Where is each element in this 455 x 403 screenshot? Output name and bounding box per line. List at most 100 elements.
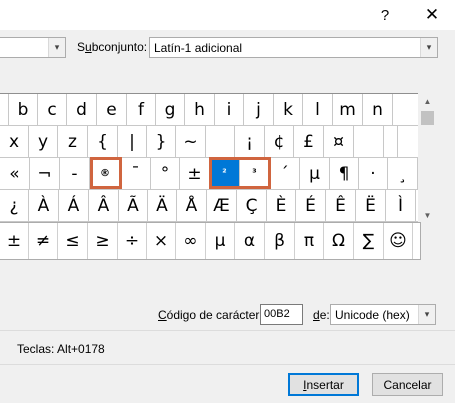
grid-cell[interactable]: Ä: [148, 190, 177, 221]
subset-label: Subconjunto:: [77, 40, 148, 54]
from-dropdown[interactable]: Unicode (hex) ▾: [330, 304, 436, 325]
grid-cell[interactable]: e: [97, 94, 127, 125]
grid-cell[interactable]: Å: [177, 190, 207, 221]
grid-cell[interactable]: ²: [210, 158, 240, 189]
grid-cell[interactable]: y: [29, 126, 58, 157]
grid-cell[interactable]: ¶: [330, 158, 359, 189]
grid-cell[interactable]: ±: [180, 158, 210, 189]
recent-symbol[interactable]: ∑: [354, 223, 384, 259]
grid-cell[interactable]: ¢: [265, 126, 294, 157]
grid-row: bcdefghijklmn: [0, 94, 418, 126]
grid-cell[interactable]: z: [58, 126, 88, 157]
grid-cell[interactable]: µ: [300, 158, 330, 189]
grid-cell[interactable]: ¸: [388, 158, 418, 189]
char-code-input[interactable]: 00B2: [260, 304, 303, 325]
character-grid: bcdefghijklmn x y z{|} ~ ¡ ¢ £ ¤ «¬ - ® ¯ ° ± ² ³ ´ µ ¶ · ¸…: [0, 93, 418, 224]
grid-cell[interactable]: Ã: [119, 190, 148, 221]
grid-cell[interactable]: {: [88, 126, 118, 157]
grid-cell[interactable]: [0, 94, 9, 125]
grid-cell[interactable]: ¤: [324, 126, 354, 157]
grid-cell[interactable]: i: [215, 94, 244, 125]
subset-value: Latín-1 adicional: [154, 41, 243, 55]
grid-cell[interactable]: ¡: [235, 126, 265, 157]
grid-cell[interactable]: f: [127, 94, 156, 125]
grid-cell[interactable]: £: [294, 126, 324, 157]
grid-cell[interactable]: ¬: [30, 158, 60, 189]
grid-cell[interactable]: x: [0, 126, 29, 157]
recent-symbol[interactable]: ☺: [384, 223, 413, 259]
shortcut-keys-text: Teclas: Alt+0178: [17, 342, 105, 356]
recent-symbols: ± ≠ ≤ ≥ ÷ × ∞ µ α β π Ω ∑ ☺: [0, 222, 421, 260]
grid-cell[interactable]: Ç: [237, 190, 267, 221]
recent-symbol[interactable]: β: [265, 223, 295, 259]
grid-cell[interactable]: Æ: [207, 190, 237, 221]
chevron-down-icon[interactable]: ▾: [48, 38, 65, 57]
char-code-label: Código de carácter:: [158, 308, 263, 322]
grid-cell[interactable]: g: [156, 94, 185, 125]
grid-cell[interactable]: Ë: [356, 190, 386, 221]
recent-symbol[interactable]: ÷: [118, 223, 147, 259]
from-value: Unicode (hex): [335, 308, 410, 322]
recent-symbol[interactable]: ×: [147, 223, 176, 259]
grid-row: x y z{|} ~ ¡ ¢ £ ¤: [0, 126, 418, 158]
grid-row: ¿ À Á Â Ã Ä Å Æ Ç È É Ê Ë Ì: [0, 190, 418, 222]
grid-cell[interactable]: [354, 126, 384, 157]
grid-cell[interactable]: È: [267, 190, 296, 221]
grid-cell[interactable]: l: [303, 94, 333, 125]
grid-cell[interactable]: À: [29, 190, 59, 221]
recent-symbol[interactable]: ≥: [88, 223, 118, 259]
grid-cell[interactable]: -: [60, 158, 90, 189]
recent-symbol[interactable]: Ω: [324, 223, 354, 259]
grid-cell[interactable]: ¯: [121, 158, 151, 189]
recent-symbol[interactable]: α: [235, 223, 265, 259]
grid-cell[interactable]: ¿: [0, 190, 29, 221]
grid-cell[interactable]: h: [185, 94, 215, 125]
recent-symbol[interactable]: ≤: [58, 223, 88, 259]
grid-cell[interactable]: ´: [270, 158, 300, 189]
help-icon[interactable]: ?: [362, 0, 408, 30]
scroll-up-icon[interactable]: ▲: [419, 93, 436, 110]
grid-cell[interactable]: É: [296, 190, 326, 221]
recent-symbol[interactable]: ±: [0, 223, 29, 259]
recent-symbol[interactable]: µ: [206, 223, 235, 259]
grid-cell[interactable]: ~: [176, 126, 206, 157]
grid-cell[interactable]: Â: [89, 190, 119, 221]
grid-cell[interactable]: Ê: [326, 190, 356, 221]
chevron-down-icon[interactable]: ▾: [420, 38, 437, 57]
grid-cell[interactable]: ·: [359, 158, 388, 189]
cancel-button[interactable]: Cancelar: [372, 373, 443, 396]
recent-symbol[interactable]: ∞: [176, 223, 206, 259]
close-icon[interactable]: ✕: [409, 0, 455, 30]
grid-cell[interactable]: [384, 126, 398, 157]
grid-scrollbar[interactable]: ▲ ▼: [419, 93, 436, 224]
grid-cell[interactable]: n: [363, 94, 393, 125]
grid-cell[interactable]: d: [67, 94, 97, 125]
grid-cell[interactable]: «: [0, 158, 30, 189]
recent-symbol[interactable]: π: [295, 223, 324, 259]
grid-cell[interactable]: j: [244, 94, 274, 125]
font-dropdown[interactable]: ▾: [0, 37, 66, 58]
insert-button[interactable]: Insertar: [288, 373, 359, 396]
scroll-thumb[interactable]: [421, 111, 434, 125]
divider: [0, 330, 455, 331]
grid-cell[interactable]: °: [151, 158, 180, 189]
from-label: de:: [313, 308, 330, 322]
divider: [0, 364, 455, 365]
grid-row: «¬ - ® ¯ ° ± ² ³ ´ µ ¶ · ¸: [0, 158, 418, 190]
grid-cell[interactable]: ³: [240, 158, 270, 189]
chevron-down-icon[interactable]: ▾: [418, 305, 435, 324]
grid-cell[interactable]: ®: [90, 158, 121, 189]
grid-cell[interactable]: c: [38, 94, 67, 125]
grid-cell[interactable]: k: [274, 94, 303, 125]
title-bar: ? ✕: [0, 0, 455, 30]
grid-cell[interactable]: m: [333, 94, 363, 125]
grid-cell[interactable]: }: [147, 126, 176, 157]
recent-symbol[interactable]: ≠: [29, 223, 58, 259]
grid-cell[interactable]: [206, 126, 235, 157]
grid-cell[interactable]: |: [118, 126, 147, 157]
grid-cell[interactable]: Ì: [386, 190, 416, 221]
grid-cell[interactable]: Á: [59, 190, 89, 221]
grid-cell[interactable]: b: [9, 94, 38, 125]
subset-dropdown[interactable]: Latín-1 adicional ▾: [149, 37, 438, 58]
scroll-down-icon[interactable]: ▼: [419, 207, 436, 224]
